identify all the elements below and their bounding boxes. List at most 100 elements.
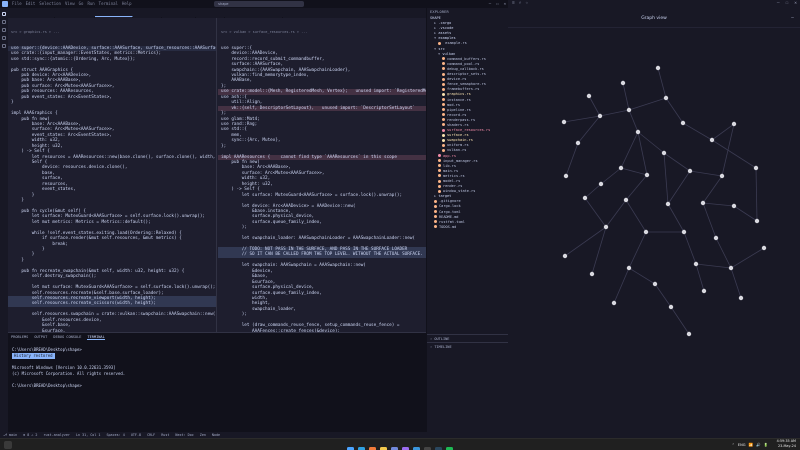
graph-node[interactable] bbox=[644, 172, 650, 178]
graph-node[interactable] bbox=[652, 281, 658, 287]
graph-node[interactable] bbox=[680, 120, 686, 126]
close-button[interactable]: ✕ bbox=[504, 1, 506, 6]
graph-node[interactable] bbox=[686, 331, 692, 337]
code-line[interactable]: let mut surface: MutexGuard<AAASurface> … bbox=[8, 285, 216, 290]
status-item[interactable]: ⊗ 8 ⚠ 2 bbox=[23, 433, 37, 437]
menu-item-view[interactable]: View bbox=[65, 1, 75, 6]
menu-item-file[interactable]: File bbox=[12, 1, 22, 6]
graph-node[interactable] bbox=[731, 203, 737, 209]
graph-node[interactable] bbox=[611, 300, 617, 306]
graph-node[interactable] bbox=[753, 165, 759, 171]
graph-node[interactable] bbox=[586, 93, 592, 99]
explorer-icon[interactable] bbox=[2, 12, 6, 16]
editor-pane-right[interactable]: src > vulkan > surface_resources.rs > ..… bbox=[218, 18, 426, 332]
graph-node[interactable] bbox=[597, 113, 603, 119]
explorer-file[interactable]: TODOS.md bbox=[427, 225, 508, 230]
search-icon[interactable] bbox=[2, 20, 6, 24]
graph-node[interactable] bbox=[589, 271, 595, 277]
panel-tab-debug-console[interactable]: DEBUG CONSOLE bbox=[53, 335, 81, 339]
extensions-icon[interactable] bbox=[2, 44, 6, 48]
status-item[interactable]: rust-analyzer bbox=[43, 433, 70, 437]
graph-node[interactable] bbox=[701, 288, 707, 294]
menu-item-help[interactable]: Help bbox=[122, 1, 132, 6]
graph-node[interactable] bbox=[623, 197, 629, 203]
source-control-icon[interactable] bbox=[2, 28, 6, 32]
clock[interactable]: 4:59:35 AM 23-May-24 bbox=[777, 439, 796, 449]
graph-node[interactable] bbox=[687, 168, 693, 174]
code-line[interactable]: use crate::model::{Mesh, RegisteredMesh,… bbox=[218, 89, 426, 95]
close-button[interactable]: ✕ bbox=[794, 1, 797, 6]
tray-item[interactable]: 🔊 bbox=[756, 443, 760, 447]
tray-item[interactable]: 📶 bbox=[749, 443, 753, 447]
tray-item[interactable]: ⌃ bbox=[732, 443, 735, 447]
status-item[interactable]: Zen bbox=[200, 433, 206, 437]
graph-node[interactable] bbox=[635, 129, 641, 135]
menu-item-terminal[interactable]: Terminal bbox=[99, 1, 118, 6]
code-line[interactable]: let surface: MutexGuard<AAASurface> = se… bbox=[8, 214, 216, 219]
graph-node[interactable] bbox=[582, 195, 588, 201]
status-item[interactable]: Next: Doc bbox=[175, 433, 193, 437]
menu-item-run[interactable]: Run bbox=[87, 1, 94, 6]
graph-node[interactable] bbox=[719, 173, 725, 179]
timeline-section[interactable]: › TIMELINE bbox=[427, 342, 508, 350]
run-debug-icon[interactable] bbox=[2, 36, 6, 40]
graph-node[interactable] bbox=[626, 265, 632, 271]
graph-node[interactable] bbox=[575, 140, 581, 146]
panel-tab-terminal[interactable]: TERMINAL bbox=[87, 335, 105, 340]
graph-node[interactable] bbox=[661, 150, 667, 156]
graph-node[interactable] bbox=[626, 107, 632, 113]
graph-node[interactable] bbox=[700, 200, 706, 206]
widgets-icon[interactable] bbox=[4, 441, 12, 449]
graph-node[interactable] bbox=[668, 304, 674, 310]
status-item[interactable]: CRLF bbox=[147, 433, 155, 437]
outline-section[interactable]: › OUTLINE bbox=[427, 334, 508, 342]
graph-node[interactable] bbox=[681, 229, 687, 235]
bookmark-icon[interactable]: ☆ bbox=[525, 1, 528, 6]
graph-node[interactable] bbox=[728, 265, 734, 271]
menu-item-selection[interactable]: Selection bbox=[39, 1, 61, 6]
graph-node[interactable] bbox=[620, 80, 626, 86]
status-item[interactable]: ⎇ main bbox=[3, 433, 17, 437]
graph-node[interactable] bbox=[562, 253, 568, 259]
status-item[interactable]: Node bbox=[212, 433, 220, 437]
code-line[interactable]: // SO IT CAN BE CALLED FROM THE TOP LEVE… bbox=[218, 252, 426, 258]
code-line[interactable]: let (draw_commands_reuse_fence, setup_co… bbox=[218, 323, 426, 328]
panel-tab-output[interactable]: OUTPUT bbox=[34, 335, 47, 339]
graph-node[interactable] bbox=[603, 224, 609, 230]
minimize-button[interactable]: — bbox=[777, 1, 780, 6]
graph-node[interactable] bbox=[713, 235, 719, 241]
command-center-search[interactable]: shape bbox=[214, 1, 304, 7]
graph-node[interactable] bbox=[563, 173, 569, 179]
graph-canvas[interactable] bbox=[508, 28, 800, 438]
sidebar-toggle-icon[interactable]: ≡ bbox=[512, 1, 515, 6]
status-item[interactable]: Spaces: 4 bbox=[106, 433, 124, 437]
code-line[interactable]: vk::{self, DescriptorSetLayout}, unused … bbox=[218, 105, 426, 112]
graph-node[interactable] bbox=[643, 229, 649, 235]
graph-node[interactable] bbox=[663, 95, 669, 101]
graph-node[interactable] bbox=[693, 261, 699, 267]
graph-node[interactable] bbox=[731, 121, 737, 127]
breadcrumb[interactable]: src > vulkan > surface_resources.rs > ..… bbox=[218, 29, 426, 35]
status-item[interactable]: Ln 31, Col 1 bbox=[76, 433, 101, 437]
panel-tab-problems[interactable]: PROBLEMS bbox=[11, 335, 28, 339]
search-icon[interactable]: ⌕ bbox=[519, 1, 522, 6]
status-item[interactable]: UTF-8 bbox=[131, 433, 141, 437]
graph-node[interactable] bbox=[618, 165, 624, 171]
graph-node[interactable] bbox=[761, 245, 767, 251]
graph-node[interactable] bbox=[738, 295, 744, 301]
minimize-button[interactable]: — bbox=[489, 1, 491, 6]
breadcrumb[interactable]: src > graphics.rs > ... bbox=[8, 29, 216, 35]
maximize-button[interactable]: ☐ bbox=[786, 1, 789, 6]
graph-node[interactable] bbox=[561, 119, 567, 125]
status-item[interactable]: Rust bbox=[161, 433, 169, 437]
code-line[interactable]: self.resources.swapchain = crate::vulkan… bbox=[8, 312, 216, 317]
editor-pane-left[interactable]: src > graphics.rs > ... use super::{devi… bbox=[8, 18, 217, 332]
graph-node[interactable] bbox=[709, 137, 715, 143]
menu-item-go[interactable]: Go bbox=[79, 1, 84, 6]
graph-node[interactable] bbox=[598, 181, 604, 187]
tray-item[interactable]: 🔋 bbox=[764, 443, 768, 447]
more-options-icon[interactable]: ⋯ bbox=[791, 16, 794, 21]
graph-node[interactable] bbox=[655, 65, 661, 71]
graph-node[interactable] bbox=[665, 201, 671, 207]
tray-item[interactable]: ENG bbox=[738, 443, 746, 447]
